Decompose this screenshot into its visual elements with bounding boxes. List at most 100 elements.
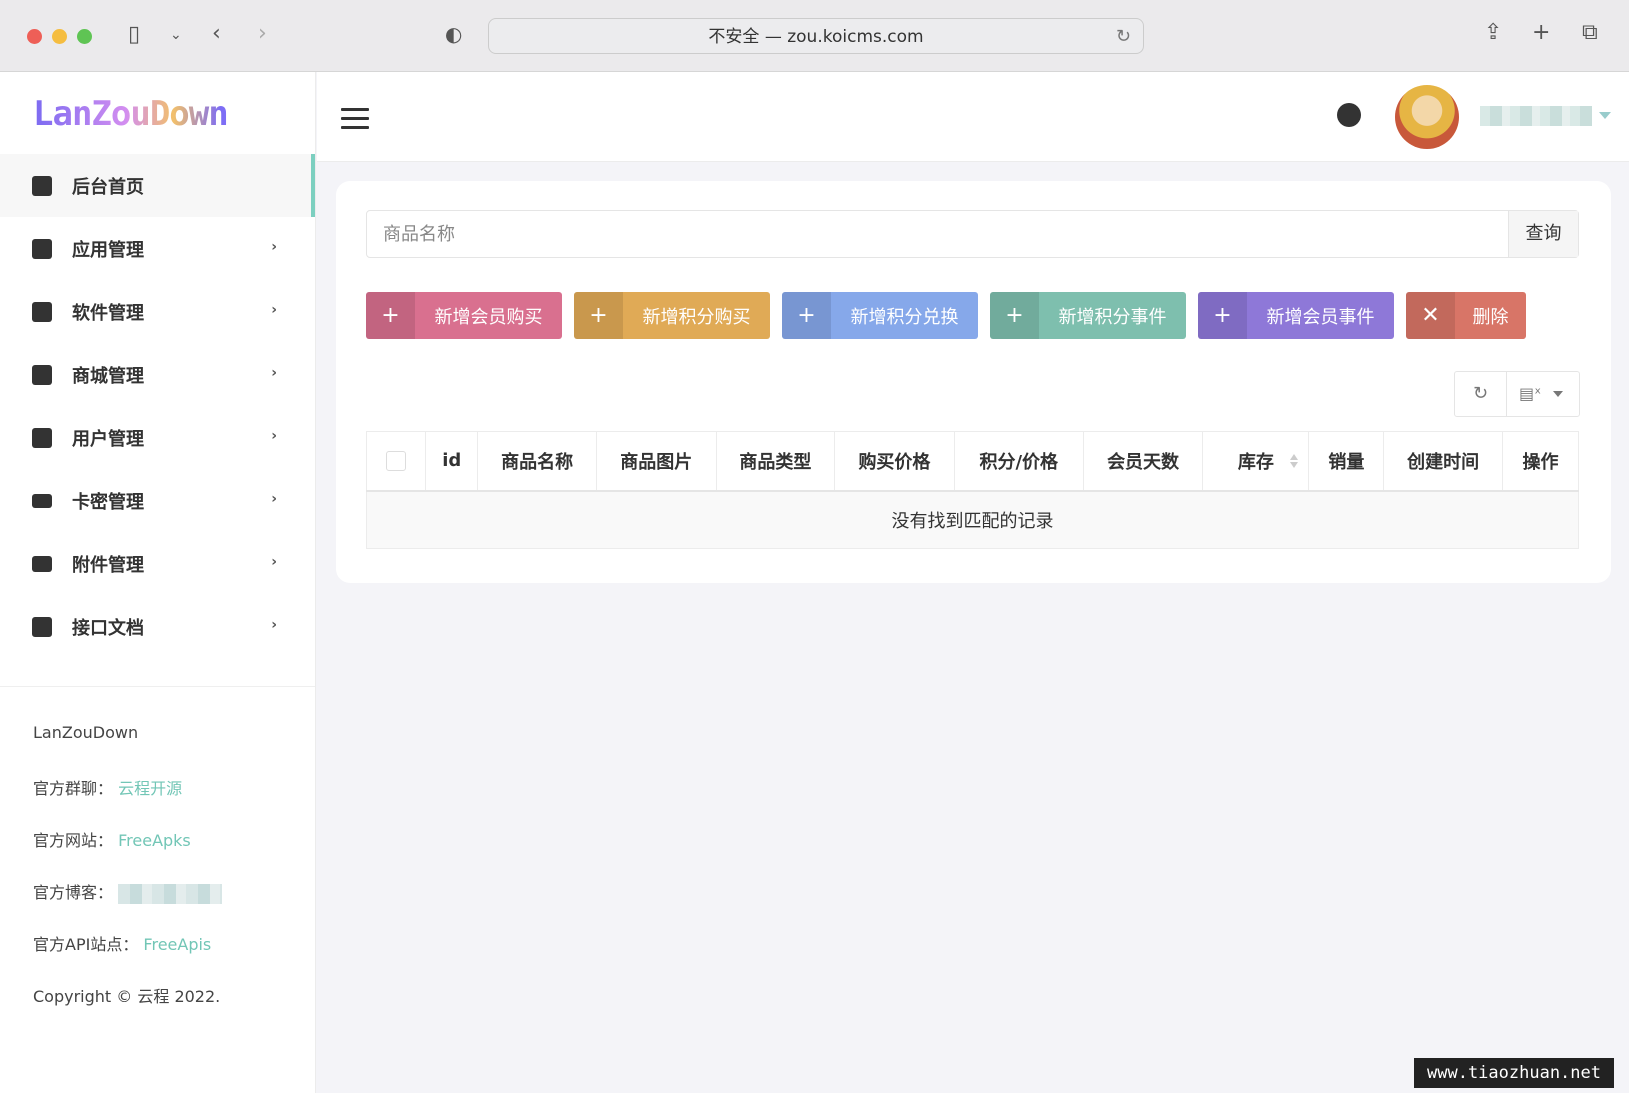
monitor-icon — [32, 238, 52, 259]
back-icon[interactable]: ‹ — [212, 23, 221, 45]
sidebar-item-cards[interactable]: 卡密管理 › — [0, 469, 315, 532]
logo[interactable]: LanZouDown — [0, 72, 315, 154]
share-icon[interactable]: ⇪ — [1484, 22, 1502, 44]
palette-icon[interactable] — [1337, 103, 1361, 127]
footer-api: 官方API站点： FreeApis — [33, 931, 315, 983]
sidebar-item-attachments[interactable]: 附件管理 › — [0, 532, 315, 595]
tabs-overview-icon[interactable]: ⧉ — [1582, 22, 1598, 44]
search-bar: 查询 — [366, 210, 1579, 258]
add-vip-purchase-button[interactable]: + 新增会员购买 — [366, 292, 562, 339]
footer-api-label: 官方API站点： — [33, 935, 139, 954]
sidebar-item-dashboard[interactable]: 后台首页 — [0, 154, 315, 217]
add-points-purchase-button[interactable]: + 新增积分购买 — [574, 292, 770, 339]
chevron-right-icon: › — [271, 428, 277, 444]
add-vip-event-button[interactable]: + 新增会员事件 — [1198, 292, 1394, 339]
blurred-blog-link[interactable] — [118, 883, 223, 904]
new-tab-icon[interactable]: + — [1532, 22, 1550, 44]
footer-group-link[interactable]: 云程开源 — [118, 779, 182, 798]
avatar[interactable] — [1395, 85, 1459, 149]
url-text: 不安全 — zou.koicms.com — [708, 27, 924, 47]
caret-down-icon[interactable] — [1599, 112, 1611, 119]
footer-group: 官方群聊： 云程开源 — [33, 775, 315, 827]
product-name-input[interactable] — [367, 211, 1509, 257]
sidebar-item-apps[interactable]: 应用管理 › — [0, 217, 315, 280]
menu-icon[interactable] — [341, 108, 369, 135]
button-label: 新增积分事件 — [1058, 306, 1167, 328]
sort-down-icon — [1290, 462, 1299, 468]
sidebar-item-label: 接口文档 — [72, 617, 144, 639]
select-all-cell — [366, 431, 427, 492]
delete-button[interactable]: ✕ 删除 — [1406, 292, 1526, 339]
plus-icon: + — [574, 292, 623, 339]
close-icon: ✕ — [1406, 292, 1455, 339]
column-header-sales[interactable]: 销量 — [1308, 431, 1385, 492]
sidebar-item-label: 后台首页 — [72, 176, 144, 198]
column-header-price[interactable]: 购买价格 — [834, 431, 955, 492]
footer-site: 官方网站： FreeApks — [33, 827, 315, 879]
column-header-stock-label: 库存 — [1237, 451, 1274, 473]
column-header-vip-days[interactable]: 会员天数 — [1083, 431, 1204, 492]
chevron-down-icon[interactable]: ⌄ — [170, 28, 182, 42]
sort-up-icon — [1290, 454, 1299, 460]
footer-app-name: LanZouDown — [33, 723, 139, 742]
footer-api-link[interactable]: FreeApis — [143, 935, 211, 954]
chevron-right-icon: › — [271, 491, 277, 507]
forward-icon[interactable]: › — [258, 23, 267, 45]
add-points-event-button[interactable]: + 新增积分事件 — [990, 292, 1186, 339]
caret-down-icon[interactable] — [1553, 391, 1563, 397]
chevron-right-icon: › — [271, 239, 277, 255]
close-window-button[interactable] — [27, 29, 42, 44]
column-header-id[interactable]: id — [425, 431, 479, 492]
sidebar-item-label: 附件管理 — [72, 554, 144, 576]
home-icon — [32, 175, 52, 196]
table-row: 没有找到匹配的记录 — [366, 490, 1579, 549]
inbox-icon — [32, 616, 52, 637]
refresh-icon[interactable]: ↻ — [1455, 372, 1507, 416]
select-all-checkbox[interactable] — [386, 451, 407, 472]
column-header-stock[interactable]: 库存 — [1202, 431, 1310, 492]
chevron-right-icon: › — [271, 365, 277, 381]
column-header-points-price[interactable]: 积分/价格 — [954, 431, 1084, 492]
add-points-exchange-button[interactable]: + 新增积分兑换 — [782, 292, 978, 339]
column-header-actions[interactable]: 操作 — [1502, 431, 1580, 492]
reload-icon[interactable]: ↻ — [1116, 19, 1131, 55]
user-badge-icon — [32, 427, 52, 448]
sidebar-footer: LanZouDown 官方群聊： 云程开源 官方网站： FreeApks 官方博… — [0, 687, 315, 1035]
chevron-right-icon: › — [271, 617, 277, 633]
maximize-window-button[interactable] — [77, 29, 92, 44]
table-toolbar: ↻ ▤ˣ — [1454, 371, 1580, 417]
footer-site-link[interactable]: FreeApks — [118, 831, 191, 850]
button-label: 新增会员事件 — [1266, 306, 1375, 328]
empty-table-message: 没有找到匹配的记录 — [366, 490, 1579, 549]
blurred-username[interactable] — [1480, 106, 1592, 126]
sidebar-item-api-docs[interactable]: 接口文档 › — [0, 595, 315, 658]
footer-group-label: 官方群聊： — [33, 779, 114, 798]
card-icon — [32, 493, 52, 508]
footer-site-label: 官方网站： — [33, 831, 114, 850]
sidebar-item-store[interactable]: 商城管理 › — [0, 343, 315, 406]
sidebar: LanZouDown 后台首页 应用管理 › 软件管理 › 商城管理 › 用户管… — [0, 72, 316, 1093]
column-header-created[interactable]: 创建时间 — [1383, 431, 1503, 492]
footer-blog-label: 官方博客： — [33, 883, 114, 902]
address-bar[interactable]: 不安全 — zou.koicms.com ↻ — [488, 18, 1144, 54]
sidebar-toggle-icon[interactable]: ▯ — [128, 24, 140, 46]
footer-copyright: Copyright © 云程 2022. — [33, 987, 221, 1006]
column-header-image[interactable]: 商品图片 — [596, 431, 717, 492]
sidebar-item-label: 用户管理 — [72, 428, 144, 450]
column-header-name[interactable]: 商品名称 — [477, 431, 597, 492]
chevron-right-icon: › — [271, 554, 277, 570]
button-label: 新增积分兑换 — [850, 306, 959, 328]
minimize-window-button[interactable] — [52, 29, 67, 44]
browser-toolbar: ▯ ⌄ ‹ › ◐ 不安全 — zou.koicms.com ↻ ⇪ + ⧉ — [0, 0, 1629, 72]
sidebar-item-label: 卡密管理 — [72, 491, 144, 513]
plus-icon: + — [366, 292, 415, 339]
sidebar-item-label: 商城管理 — [72, 365, 144, 387]
footer-blog: 官方博客： — [33, 879, 315, 931]
table-header-row: id 商品名称 商品图片 商品类型 购买价格 积分/价格 会员天数 库存 销量 … — [366, 431, 1580, 492]
query-button[interactable]: 查询 — [1508, 211, 1578, 257]
header — [317, 72, 1629, 162]
shield-icon[interactable]: ◐ — [445, 24, 462, 44]
column-header-type[interactable]: 商品类型 — [716, 431, 836, 492]
sidebar-item-users[interactable]: 用户管理 › — [0, 406, 315, 469]
sidebar-item-software[interactable]: 软件管理 › — [0, 280, 315, 343]
